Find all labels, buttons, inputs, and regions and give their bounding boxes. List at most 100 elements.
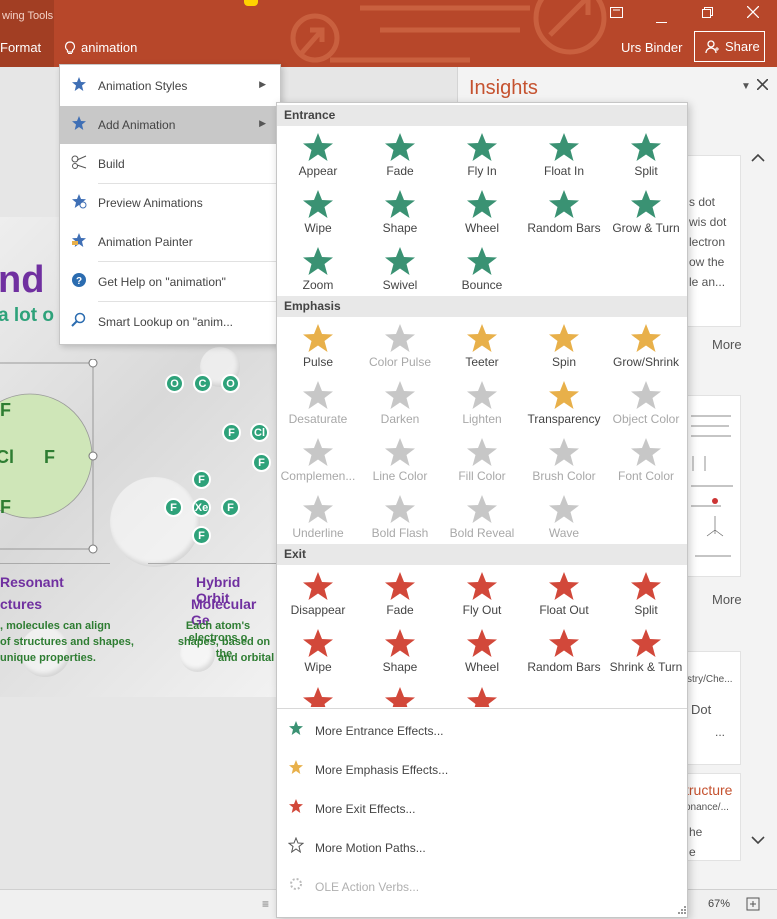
effect-star-icon [385,572,415,600]
effect-star-icon [303,381,333,409]
effect-star-icon [467,133,497,161]
tell-me-box[interactable]: animation [64,40,137,55]
effect-star-icon [467,438,497,466]
effect-star-icon [385,438,415,466]
entrance-effect-wheel[interactable]: Wheel [441,186,523,243]
user-name[interactable]: Urs Binder [621,40,682,55]
animation-menu: Animation Styles ▶ Add Animation ▶ Build Prev… [59,64,281,345]
exit-effect-partial[interactable] [383,685,417,707]
emphasis-effect-desaturate: Desaturate [277,377,359,434]
effect-label: Bold Flash [371,526,429,540]
minimize-icon[interactable] [649,12,673,27]
more-effects-2[interactable]: More Exit Effects... [277,789,687,828]
more-link[interactable]: More [712,592,742,607]
effect-label: Bounce [461,278,503,292]
pane-options-icon[interactable]: ▼ [741,81,751,92]
left-text-2: of structures and shapes, [0,636,134,648]
entrance-effect-wipe[interactable]: Wipe [277,186,359,243]
help-icon: ? [60,273,98,291]
section-entrance: Entrance [277,105,687,126]
restore-ribbon-icon[interactable] [604,6,628,21]
exit-effect-split[interactable]: Split [605,568,687,625]
card-text: onance/... [685,802,729,813]
menu-item-build[interactable]: Build [60,145,280,183]
exit-effect-random-bars[interactable]: Random Bars [523,625,605,682]
emphasis-effect-teeter[interactable]: Teeter [441,320,523,377]
effect-label: Lighten [462,412,502,426]
effect-label: Object Color [612,412,680,426]
exit-effect-partial[interactable] [301,685,335,707]
more-effects-label: OLE Action Verbs... [315,879,420,894]
menu-item-preview-animations[interactable]: Preview Animations [60,184,280,222]
effect-label: Transparency [527,412,601,426]
entrance-effect-fade[interactable]: Fade [359,129,441,186]
insight-card[interactable]: stry/Che... Dot ... [684,651,741,765]
menu-item-animation-styles[interactable]: Animation Styles ▶ [60,67,280,105]
insight-card-diagram[interactable] [684,395,741,577]
pane-close-icon[interactable] [757,79,768,90]
effect-label: Brush Color [532,469,596,483]
emphasis-effect-pulse[interactable]: Pulse [277,320,359,377]
entrance-effect-split[interactable]: Split [605,129,687,186]
effect-label: Fly Out [462,603,502,617]
entrance-effect-fly-in[interactable]: Fly In [441,129,523,186]
entrance-effect-swivel[interactable]: Swivel [359,243,441,300]
exit-effect-shrink-turn[interactable]: Shrink & Turn [605,625,687,682]
gold-star-icon [277,759,315,780]
effect-star-icon [549,438,579,466]
scroll-up-icon[interactable] [750,153,766,163]
resize-grip-icon[interactable] [677,905,687,915]
exit-effect-wheel[interactable]: Wheel [441,625,523,682]
more-effects-1[interactable]: More Emphasis Effects... [277,750,687,789]
restore-icon[interactable] [695,6,719,21]
add-star-icon [60,115,98,135]
entrance-effect-shape[interactable]: Shape [359,186,441,243]
fit-slide-icon[interactable] [746,897,760,911]
more-effects-3[interactable]: More Motion Paths... [277,828,687,867]
atom-f: F [221,498,240,517]
atom-label: F [0,400,11,420]
entrance-effect-random-bars[interactable]: Random Bars [523,186,605,243]
entrance-effect-appear[interactable]: Appear [277,129,359,186]
exit-effect-float-out[interactable]: Float Out [523,568,605,625]
smart-lookup-icon [60,312,98,332]
insight-card[interactable]: tructure onance/... he e [684,773,741,861]
scroll-down-icon[interactable] [750,835,766,845]
exit-effect-fly-out[interactable]: Fly Out [441,568,523,625]
entrance-effect-grow-turn[interactable]: Grow & Turn [605,186,687,243]
left-text-1: , molecules can align [0,620,111,632]
exit-effect-partial[interactable] [465,685,499,707]
insight-card[interactable]: s dot wis dot lectron ow the le an... [684,155,741,327]
entrance-effect-float-in[interactable]: Float In [523,129,605,186]
menu-item-get-help-on-animation[interactable]: ? Get Help on "animation" [60,263,280,301]
more-link[interactable]: More [712,337,742,352]
more-effects-0[interactable]: More Entrance Effects... [277,711,687,750]
share-button[interactable]: Share [694,31,765,62]
menu-item-add-animation[interactable]: Add Animation ▶ [60,106,280,144]
menu-item-animation-painter[interactable]: Animation Painter [60,223,280,261]
effect-label: Bold Reveal [449,526,515,540]
emphasis-effect-transparency[interactable]: Transparency [523,377,605,434]
entrance-effect-zoom[interactable]: Zoom [277,243,359,300]
effect-label: Color Pulse [368,355,432,369]
card-text: he [689,825,703,839]
emphasis-effect-grow-shrink[interactable]: Grow/Shrink [605,320,687,377]
preview-star-icon [60,193,98,213]
card-text: e [689,845,696,859]
more-effects-label: More Exit Effects... [315,801,416,816]
tab-format[interactable]: Format [0,40,41,55]
close-icon[interactable] [741,5,765,21]
menu-item-smart-lookup-on-anim[interactable]: Smart Lookup on "anim... [60,303,280,341]
emphasis-effect-spin[interactable]: Spin [523,320,605,377]
emphasis-effect-color-pulse: Color Pulse [359,320,441,377]
exit-effect-disappear[interactable]: Disappear [277,568,359,625]
effect-label: Shape [382,660,418,674]
menu-item-label: Add Animation [98,118,176,132]
exit-effect-fade[interactable]: Fade [359,568,441,625]
notes-icon[interactable]: ≡ [262,897,269,911]
exit-effect-wipe[interactable]: Wipe [277,625,359,682]
effect-star-icon [549,381,579,409]
zoom-level[interactable]: 67% [708,898,730,910]
exit-effect-shape[interactable]: Shape [359,625,441,682]
entrance-effect-bounce[interactable]: Bounce [441,243,523,300]
